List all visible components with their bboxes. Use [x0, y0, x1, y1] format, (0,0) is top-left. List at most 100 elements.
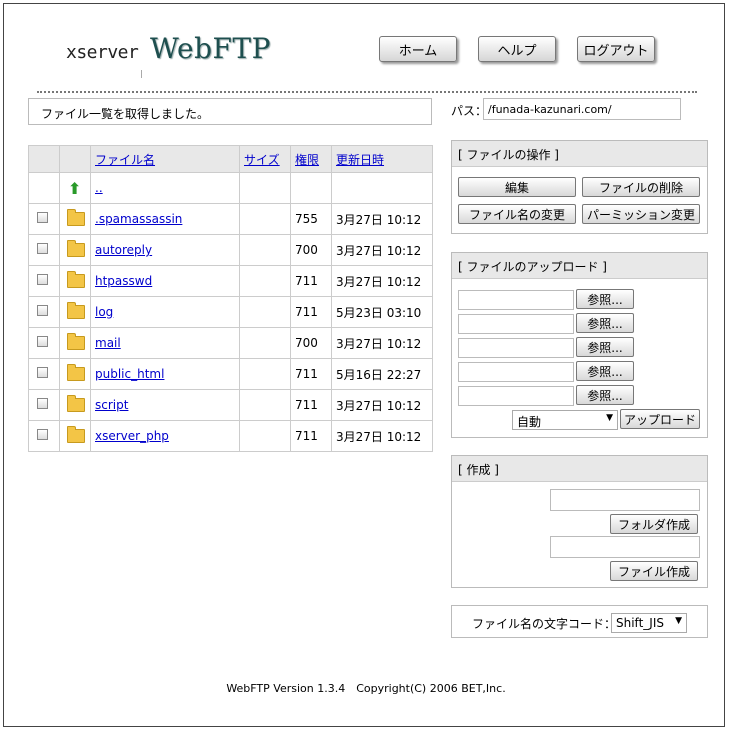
folder-icon: [67, 333, 85, 350]
upload-file-input[interactable]: [458, 362, 574, 382]
up-arrow-icon[interactable]: ⬆: [68, 179, 81, 198]
upload-panel: [ ファイルのアップロード ] 参照... 参照... 参照... 参照... …: [451, 252, 708, 438]
logout-button[interactable]: ログアウト: [577, 36, 655, 62]
table-row: autoreply 700 3月27日 10:12: [28, 234, 433, 266]
browse-button[interactable]: 参照...: [576, 385, 634, 405]
file-size: [239, 358, 291, 390]
file-date: 3月27日 10:12: [331, 234, 433, 266]
file-size: [239, 389, 291, 421]
file-link[interactable]: public_html: [95, 367, 164, 381]
encoding-select[interactable]: Shift_JIS ▼: [611, 613, 687, 633]
file-perm: 711: [290, 358, 332, 390]
folder-icon: [67, 271, 85, 288]
file-link[interactable]: log: [95, 305, 113, 319]
header-check: [28, 145, 60, 173]
browse-button[interactable]: 参照...: [576, 313, 634, 333]
folder-name-input[interactable]: [550, 489, 700, 511]
file-link[interactable]: .spamassassin: [95, 212, 182, 226]
browse-button[interactable]: 参照...: [576, 361, 634, 381]
header-icon: [59, 145, 91, 173]
folder-icon: [67, 302, 85, 319]
file-ops-title: [ ファイルの操作 ]: [452, 141, 707, 167]
create-title: [ 作成 ]: [452, 456, 707, 482]
sort-name-link[interactable]: ファイル名: [95, 153, 155, 167]
file-link[interactable]: mail: [95, 336, 121, 350]
file-link[interactable]: script: [95, 398, 128, 412]
folder-icon: [67, 209, 85, 226]
chmod-button[interactable]: パーミッション変更: [582, 204, 700, 224]
table-row: log 711 5月23日 03:10: [28, 296, 433, 328]
logo-prefix: xserver: [66, 42, 139, 63]
file-link[interactable]: htpasswd: [95, 274, 152, 288]
folder-icon: [67, 426, 85, 443]
browse-button[interactable]: 参照...: [576, 337, 634, 357]
row-checkbox[interactable]: [37, 274, 48, 285]
upload-file-input[interactable]: [458, 290, 574, 310]
edit-button[interactable]: 編集: [458, 177, 576, 197]
create-panel: [ 作成 ] フォルダ作成 ファイル作成: [451, 455, 708, 588]
delete-file-button[interactable]: ファイルの削除: [582, 177, 700, 197]
row-checkbox[interactable]: [37, 243, 48, 254]
file-date: 3月27日 10:12: [331, 265, 433, 297]
file-size: [239, 234, 291, 266]
upload-button[interactable]: アップロード: [620, 409, 700, 429]
encoding-value: Shift_JIS: [616, 616, 664, 630]
upload-mode-value: 自動: [517, 415, 542, 429]
file-perm: 711: [290, 420, 332, 452]
dropdown-arrow-icon: ▼: [675, 616, 682, 626]
table-row: htpasswd 711 3月27日 10:12: [28, 265, 433, 297]
header-divider: [37, 91, 697, 93]
file-date: 3月27日 10:12: [331, 203, 433, 235]
row-checkbox[interactable]: [37, 305, 48, 316]
upload-file-input[interactable]: [458, 386, 574, 406]
divider-tick: [141, 70, 142, 78]
table-row: xserver_php 711 3月27日 10:12: [28, 420, 433, 452]
file-perm: 755: [290, 203, 332, 235]
file-perm: 711: [290, 265, 332, 297]
upload-file-input[interactable]: [458, 314, 574, 334]
file-table-header: ファイル名 サイズ 権限 更新日時: [28, 145, 433, 173]
home-button[interactable]: ホーム: [379, 36, 457, 62]
header-size: サイズ: [239, 145, 291, 173]
file-ops-panel: [ ファイルの操作 ] 編集 ファイルの削除 ファイル名の変更 パーミッション変…: [451, 140, 708, 234]
help-button[interactable]: ヘルプ: [478, 36, 556, 62]
row-checkbox[interactable]: [37, 429, 48, 440]
sort-perm-link[interactable]: 権限: [295, 153, 319, 167]
create-folder-button[interactable]: フォルダ作成: [610, 514, 698, 534]
file-size: [239, 265, 291, 297]
parent-dir-link[interactable]: ..: [95, 181, 103, 195]
browse-button[interactable]: 参照...: [576, 289, 634, 309]
header-name: ファイル名: [90, 145, 240, 173]
rename-button[interactable]: ファイル名の変更: [458, 204, 576, 224]
sort-size-link[interactable]: サイズ: [244, 153, 280, 167]
file-name-input[interactable]: [550, 536, 700, 558]
sort-date-link[interactable]: 更新日時: [336, 153, 384, 167]
row-checkbox[interactable]: [37, 398, 48, 409]
table-row: script 711 3月27日 10:12: [28, 389, 433, 421]
create-file-button[interactable]: ファイル作成: [610, 561, 698, 581]
upload-mode-select[interactable]: 自動 ▼: [512, 410, 618, 430]
file-size: [239, 296, 291, 328]
row-checkbox[interactable]: [37, 367, 48, 378]
upload-file-input[interactable]: [458, 338, 574, 358]
file-link[interactable]: autoreply: [95, 243, 152, 257]
file-perm: 700: [290, 234, 332, 266]
row-checkbox[interactable]: [37, 212, 48, 223]
status-message: ファイル一覧を取得しました。: [28, 98, 432, 125]
file-size: [239, 420, 291, 452]
folder-icon: [67, 364, 85, 381]
logo-main: WebFTP: [150, 32, 271, 65]
header-perm: 権限: [290, 145, 332, 173]
path-input[interactable]: [483, 98, 681, 120]
table-row: public_html 711 5月16日 22:27: [28, 358, 433, 390]
file-date: 3月27日 10:12: [331, 389, 433, 421]
file-table: ファイル名 サイズ 権限 更新日時 ⬆ .. .spamassassin 755…: [28, 145, 433, 452]
table-row: .spamassassin 755 3月27日 10:12: [28, 203, 433, 235]
path-label: パス：: [451, 104, 488, 118]
footer-copyright: WebFTP Version 1.3.4 Copyright(C) 2006 B…: [226, 682, 506, 695]
file-date: 3月27日 10:12: [331, 327, 433, 359]
file-perm: 700: [290, 327, 332, 359]
row-checkbox[interactable]: [37, 336, 48, 347]
file-perm: 711: [290, 296, 332, 328]
file-link[interactable]: xserver_php: [95, 429, 169, 443]
